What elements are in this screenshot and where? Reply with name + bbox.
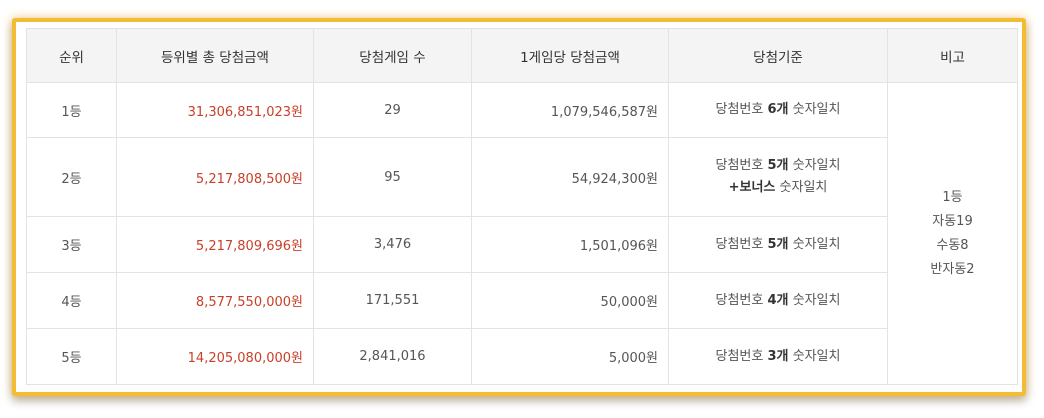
criteria-suffix: 숫자일치	[788, 236, 841, 252]
header-prize-per-game: 1게임당 당첨금액	[471, 28, 669, 83]
prize-per-game-cell: 50,000원	[471, 272, 669, 329]
total-prize-cell: 5,217,809,696원	[116, 216, 314, 273]
criteria-count: 5개	[767, 236, 789, 252]
criteria-bonus-suffix: 숫자일치	[775, 180, 828, 195]
criteria-count: 3개	[767, 348, 789, 364]
rank-cell: 5등	[26, 328, 117, 385]
header-total-prize: 등위별 총 당첨금액	[116, 28, 314, 83]
rank-cell: 2등	[26, 137, 117, 217]
total-prize-cell: 5,217,808,500원	[116, 137, 314, 217]
winning-games-cell: 3,476	[313, 216, 472, 273]
criteria-count: 5개	[767, 158, 789, 173]
header-winning-games: 당첨게임 수	[313, 28, 472, 83]
criteria-cell: 당첨번호 5개 숫자일치	[668, 216, 888, 273]
prize-per-game-cell: 1,501,096원	[471, 216, 669, 273]
criteria-suffix: 숫자일치	[788, 348, 841, 364]
rank-cell: 1등	[26, 82, 117, 138]
header-rank: 순위	[26, 28, 117, 83]
table-row: 4등 8,577,550,000원 171,551 50,000원 당첨번호 4…	[26, 272, 1018, 329]
criteria-cell: 당첨번호 5개 숫자일치 +보너스 숫자일치	[668, 137, 888, 217]
rank-cell: 4등	[26, 272, 117, 329]
prize-per-game-cell: 1,079,546,587원	[471, 82, 669, 138]
winning-games-cell: 2,841,016	[313, 328, 472, 385]
criteria-count: 4개	[767, 292, 789, 308]
criteria-text: 당첨번호	[715, 292, 768, 308]
criteria-text: 당첨번호	[715, 348, 768, 364]
table-row: 2등 5,217,808,500원 95 54,924,300원 당첨번호 5개…	[26, 137, 1018, 217]
table-row: 3등 5,217,809,696원 3,476 1,501,096원 당첨번호 …	[26, 216, 1018, 273]
criteria-count: 6개	[767, 102, 789, 117]
criteria-text: 당첨번호	[715, 102, 768, 117]
table-row: 1등 31,306,851,023원 29 1,079,546,587원 당첨번…	[26, 82, 1018, 385]
prize-per-game-cell: 5,000원	[471, 328, 669, 385]
criteria-text: 당첨번호	[715, 158, 768, 173]
header-note: 비고	[887, 28, 1018, 83]
table-row: 5등 14,205,080,000원 2,841,016 5,000원 당첨번호…	[26, 328, 1018, 385]
total-prize-cell: 8,577,550,000원	[116, 272, 314, 329]
criteria-text: 당첨번호	[715, 236, 768, 252]
winning-games-cell: 171,551	[313, 272, 472, 329]
header-criteria: 당첨기준	[668, 28, 888, 83]
prize-per-game-cell: 54,924,300원	[471, 137, 669, 217]
note-line: 1등	[942, 189, 963, 205]
prize-table: 순위 등위별 총 당첨금액 당첨게임 수 1게임당 당첨금액 당첨기준 비고 1…	[26, 28, 1018, 385]
winning-games-cell: 29	[313, 82, 472, 138]
note-cell: 1등 자동19 수동8 반자동2	[887, 82, 1018, 385]
criteria-cell: 당첨번호 3개 숫자일치	[668, 328, 888, 385]
winning-games-cell: 95	[313, 137, 472, 217]
results-panel: 순위 등위별 총 당첨금액 당첨게임 수 1게임당 당첨금액 당첨기준 비고 1…	[12, 18, 1026, 396]
note-line: 반자동2	[930, 261, 975, 277]
criteria-suffix: 숫자일치	[788, 158, 841, 173]
criteria-suffix: 숫자일치	[788, 292, 841, 308]
criteria-cell: 당첨번호 4개 숫자일치	[668, 272, 888, 329]
total-prize-cell: 31,306,851,023원	[116, 82, 314, 138]
table-header-row: 순위 등위별 총 당첨금액 당첨게임 수 1게임당 당첨금액 당첨기준 비고	[26, 28, 1018, 83]
criteria-suffix: 숫자일치	[788, 102, 841, 117]
criteria-bonus: +보너스	[728, 180, 776, 195]
rank-cell: 3등	[26, 216, 117, 273]
total-prize-cell: 14,205,080,000원	[116, 328, 314, 385]
note-line: 자동19	[932, 213, 973, 229]
note-line: 수동8	[936, 237, 969, 253]
criteria-cell: 당첨번호 6개 숫자일치	[668, 82, 888, 138]
